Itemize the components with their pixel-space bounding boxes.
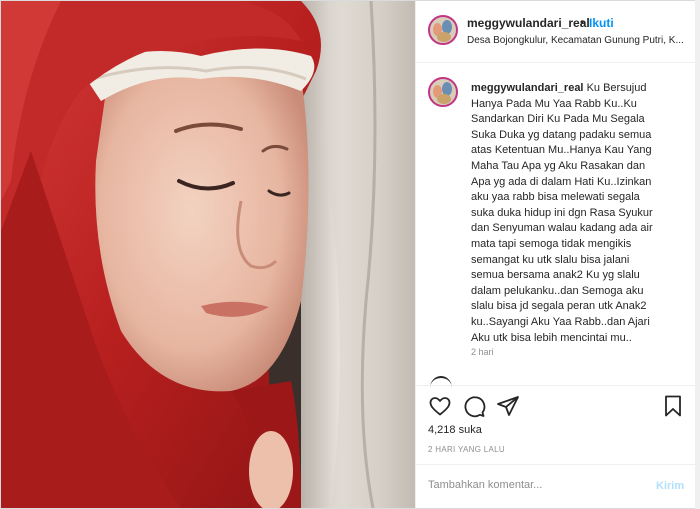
post-photo[interactable] [1,1,415,508]
bookmark-icon[interactable] [661,394,685,418]
caption-text: meggywulandari_real Ku Bersujud Hanya Pa… [471,81,679,346]
comment-input[interactable] [428,479,628,491]
username-link[interactable]: meggywulandari_real [467,16,590,30]
comment-icon[interactable] [462,394,486,418]
avatar[interactable] [428,15,458,45]
share-icon[interactable] [496,394,520,418]
action-bar [416,385,697,425]
post-header: meggywulandari_real • Ikuti Desa Bojongk… [416,1,697,63]
post-card: meggywulandari_real • Ikuti Desa Bojongk… [0,0,697,509]
separator-dot: • [580,15,585,29]
comment-bar: Kirim [416,464,697,508]
post-side-panel: meggywulandari_real • Ikuti Desa Bojongk… [415,1,697,508]
follow-button[interactable]: Ikuti [589,16,614,30]
heart-icon[interactable] [428,394,452,418]
page-scrollbar[interactable] [695,0,700,509]
location-link[interactable]: Desa Bojongkulur, Kecamatan Gunung Putri… [467,35,691,46]
post-comment-button[interactable]: Kirim [656,480,684,492]
caption-time: 2 hari [471,347,494,357]
caption-username[interactable]: meggywulandari_real [471,82,584,94]
post-timestamp[interactable]: 2 HARI YANG LALU [428,445,505,454]
photo-illustration [1,1,415,508]
comments-list[interactable]: meggywulandari_real Ku Bersujud Hanya Pa… [416,63,697,393]
caption-body: Ku Bersujud Hanya Pada Mu Yaa Rabb Ku..K… [471,82,653,344]
likes-count[interactable]: 4,218 suka [428,424,482,436]
caption-avatar[interactable] [428,77,458,107]
